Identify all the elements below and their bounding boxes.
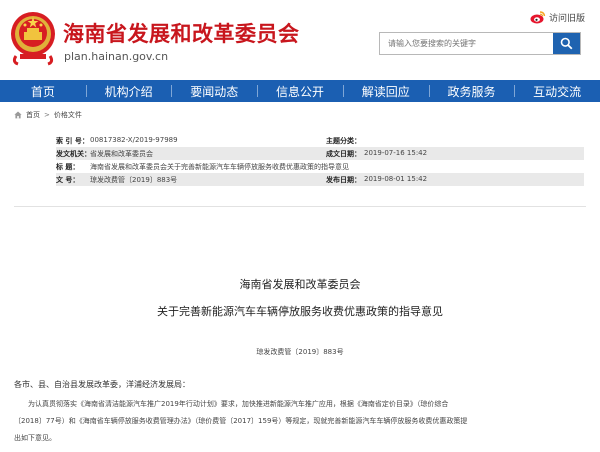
- search-box: [379, 32, 581, 55]
- old-version-link[interactable]: 访问旧版: [530, 9, 585, 25]
- body-line-3: 出如下意见。: [14, 434, 56, 442]
- meta-issuer-value: 省发展和改革委员会: [90, 149, 153, 158]
- meta-row-issuer: 发文机关： 省发展和改革委员会 成文日期： 2019-07-16 15:42: [56, 147, 584, 160]
- national-emblem-icon: [11, 12, 55, 66]
- meta-published-value: 2019-08-01 15:42: [364, 174, 428, 183]
- body-line-2: 〔2018〕77号）和《海南省车辆停放服务收费管理办法》（琼价费管〔2017〕1…: [14, 417, 468, 425]
- breadcrumb-separator: >: [44, 111, 50, 119]
- breadcrumb-home[interactable]: 首页: [26, 110, 40, 120]
- main-nav: 首页 机构介绍 要闻动态 信息公开 解读回应 政务服务 互动交流: [0, 80, 600, 102]
- nav-item-news[interactable]: 要闻动态: [171, 80, 257, 102]
- meta-created-label: 成文日期：: [326, 149, 361, 158]
- site-header: 海南省发展和改革委员会 plan.hainan.gov.cn 访问旧版: [0, 0, 600, 80]
- meta-topic-label: 主题分类：: [326, 136, 361, 145]
- divider: [14, 206, 586, 207]
- document-number: 琼发改费管〔2019〕883号: [256, 348, 344, 356]
- meta-created-value: 2019-07-16 15:42: [364, 148, 428, 157]
- search-button[interactable]: [553, 33, 580, 54]
- search-icon: [560, 37, 573, 50]
- document-metadata: 索 引 号： 00817382-X/2019-97989 主题分类： 发文机关：…: [56, 134, 584, 186]
- search-input[interactable]: [380, 33, 553, 54]
- document-title: 关于完善新能源汽车车辆停放服务收费优惠政策的指导意见: [157, 305, 443, 318]
- meta-title-label: 标 题：: [56, 162, 80, 171]
- meta-row-index: 索 引 号： 00817382-X/2019-97989 主题分类：: [56, 134, 584, 147]
- home-icon: [14, 111, 22, 119]
- meta-docno-value: 琼发改费管〔2019〕883号: [90, 175, 178, 184]
- nav-item-disclosure[interactable]: 信息公开: [257, 80, 343, 102]
- document-addressee: 各市、县、自治县发展改革委，洋浦经济发展局：: [14, 380, 190, 389]
- meta-index-value: 00817382-X/2019-97989: [90, 135, 178, 144]
- meta-docno-label: 文 号：: [56, 175, 80, 184]
- meta-index-label: 索 引 号：: [56, 136, 89, 145]
- breadcrumb-current[interactable]: 价格文件: [54, 110, 82, 120]
- meta-row-title: 标 题： 海南省发展和改革委员会关于完善新能源汽车车辆停放服务收费优惠政策的指导…: [56, 160, 584, 173]
- meta-title-value: 海南省发展和改革委员会关于完善新能源汽车车辆停放服务收费优惠政策的指导意见: [90, 162, 349, 171]
- site-title[interactable]: 海南省发展和改革委员会: [63, 18, 300, 48]
- meta-issuer-label: 发文机关：: [56, 149, 91, 158]
- breadcrumb: 首页 > 价格文件: [14, 110, 82, 120]
- nav-item-interaction[interactable]: 互动交流: [514, 80, 600, 102]
- nav-item-home[interactable]: 首页: [0, 80, 86, 102]
- old-version-label: 访问旧版: [549, 13, 586, 24]
- meta-published-label: 发布日期：: [326, 175, 361, 184]
- document-body: 为认真贯彻落实《海南省清洁能源汽车推广2019年行动计划》要求，加快推进新能源汽…: [14, 396, 586, 447]
- site-url: plan.hainan.gov.cn: [64, 50, 169, 63]
- weibo-icon: [530, 11, 546, 24]
- body-line-1: 为认真贯彻落实《海南省清洁能源汽车推广2019年行动计划》要求，加快推进新能源汽…: [28, 400, 449, 408]
- nav-item-organization[interactable]: 机构介绍: [85, 80, 172, 102]
- meta-row-docno: 文 号： 琼发改费管〔2019〕883号 发布日期： 2019-08-01 15…: [56, 173, 584, 186]
- nav-item-interpretation[interactable]: 解读回应: [342, 80, 429, 102]
- document-org: 海南省发展和改革委员会: [239, 278, 361, 291]
- nav-item-services[interactable]: 政务服务: [428, 80, 515, 102]
